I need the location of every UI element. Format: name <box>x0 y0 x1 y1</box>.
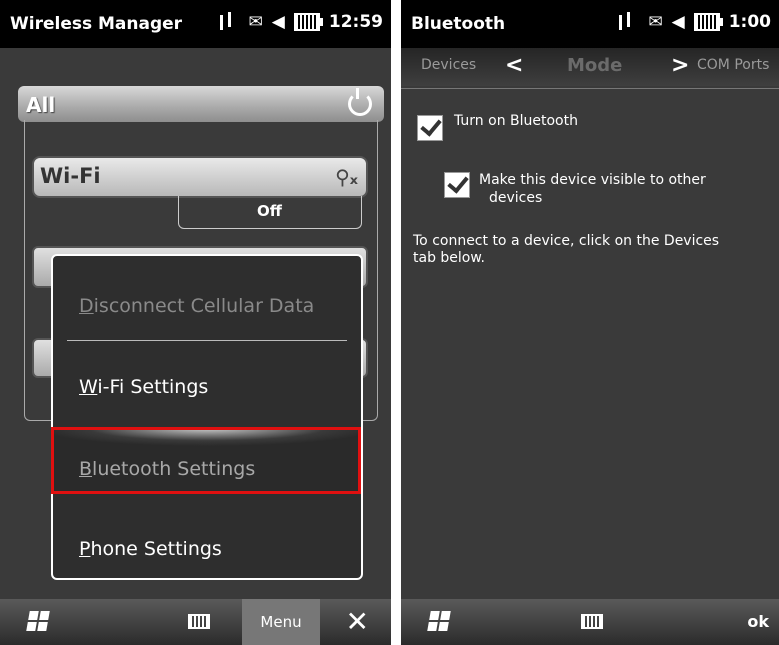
status-bar: Wireless Manager ✉ ◀ 12:59 <box>0 0 391 48</box>
wireless-manager-screen: Wireless Manager ✉ ◀ 12:59 All Wi-Fi ⚲ₓ … <box>0 0 391 645</box>
tab-mode[interactable]: Mode <box>567 55 622 76</box>
menu-softkey-label: Menu <box>260 613 302 631</box>
menu-item-wifi-settings[interactable]: Wi-Fi Settings <box>79 376 208 398</box>
softkey-bar: Menu ✕ <box>0 599 391 645</box>
bluetooth-screen: Bluetooth ✉ ◀ 1:00 Devices < Mode > COM … <box>401 0 779 645</box>
info-text-line2: tab below. <box>413 250 485 266</box>
wifi-status: Off <box>257 202 282 220</box>
tab-com-ports[interactable]: COM Ports <box>697 57 769 73</box>
highlight-bluetooth-settings <box>51 427 361 494</box>
all-toggle-bar[interactable]: All <box>18 86 384 122</box>
context-menu: Disconnect Cellular Data Wi-Fi Settings … <box>51 254 363 580</box>
data-connection-icon <box>617 12 639 32</box>
wifi-label: Wi-Fi <box>40 164 101 188</box>
chevron-left-icon[interactable]: < <box>505 53 523 78</box>
make-visible-label-line2: devices <box>489 190 543 206</box>
windows-start-icon[interactable] <box>427 611 451 631</box>
data-connection-icon <box>218 12 240 32</box>
message-icon: ✉ <box>248 12 263 32</box>
chevron-right-icon[interactable]: > <box>671 53 689 78</box>
speaker-icon: ◀ <box>271 12 285 32</box>
softkey-bar: ok <box>401 599 779 645</box>
info-text-line1: To connect to a device, click on the Dev… <box>413 233 720 249</box>
menu-softkey[interactable]: Menu <box>242 599 320 645</box>
status-bar: Bluetooth ✉ ◀ 1:00 <box>401 0 779 48</box>
status-icons: ✉ ◀ 12:59 <box>218 12 383 32</box>
tab-devices[interactable]: Devices <box>421 57 476 73</box>
power-icon[interactable] <box>348 88 372 116</box>
status-title: Wireless Manager <box>10 14 183 34</box>
turn-on-bluetooth-checkbox[interactable] <box>417 115 443 141</box>
battery-icon <box>693 13 723 31</box>
tab-divider <box>401 88 779 89</box>
battery-icon <box>293 13 323 31</box>
wifi-status-box: Off <box>178 196 362 229</box>
speaker-icon: ◀ <box>671 12 685 32</box>
make-visible-checkbox[interactable] <box>444 172 470 198</box>
menu-item-disconnect-cellular: Disconnect Cellular Data <box>79 295 315 317</box>
status-title: Bluetooth <box>411 14 506 34</box>
tab-strip: Devices < Mode > COM Ports <box>401 48 779 86</box>
keyboard-icon[interactable] <box>188 614 210 629</box>
wifi-antenna-icon: ⚲ₓ <box>335 165 358 189</box>
ok-softkey[interactable]: ok <box>747 612 769 631</box>
close-icon[interactable]: ✕ <box>346 605 369 638</box>
keyboard-icon[interactable] <box>581 614 603 629</box>
all-label: All <box>26 93 56 117</box>
status-time: 12:59 <box>328 12 383 32</box>
status-time: 1:00 <box>728 12 771 32</box>
make-visible-label-line1: Make this device visible to other <box>479 172 706 188</box>
windows-start-icon[interactable] <box>26 611 50 631</box>
wifi-toggle[interactable]: Wi-Fi ⚲ₓ <box>32 156 368 198</box>
message-icon: ✉ <box>648 12 663 32</box>
menu-item-phone-settings[interactable]: Phone Settings <box>79 538 222 560</box>
status-icons: ✉ ◀ 1:00 <box>617 12 771 32</box>
menu-divider <box>67 340 347 341</box>
turn-on-bluetooth-label: Turn on Bluetooth <box>454 113 578 129</box>
